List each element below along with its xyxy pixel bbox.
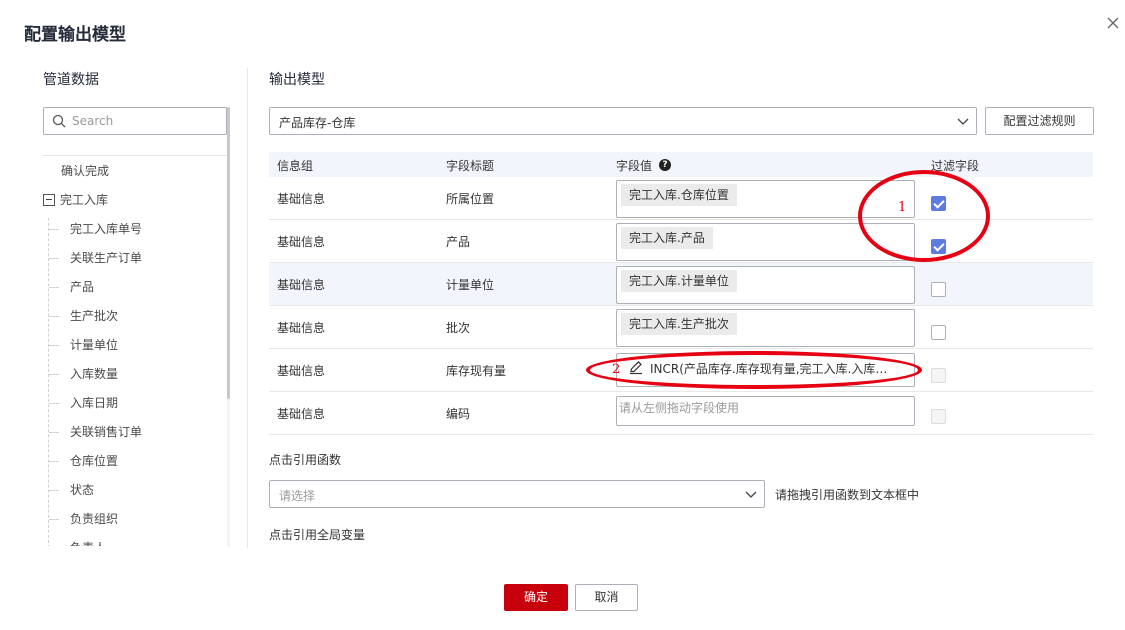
tree-leaf-label: 负责人 <box>70 538 106 546</box>
annotation-ellipse-1 <box>858 170 990 262</box>
field-tag[interactable]: 完工入库.仓库位置 <box>621 184 737 206</box>
filter-checkbox <box>931 368 946 383</box>
function-hint: 请拖拽引用函数到文本框中 <box>775 488 920 502</box>
global-variable-label: 点击引用全局变量 <box>269 528 366 542</box>
confirm-button[interactable]: 确定 <box>504 584 568 611</box>
dialog-title: 配置输出模型 <box>24 25 126 45</box>
tree-leaf-label: 产品 <box>70 280 95 294</box>
table-row: 基础信息 计量单位 完工入库.计量单位 <box>269 263 1093 306</box>
table-header: 信息组 字段标题 字段值 ? 过滤字段 <box>269 152 1093 177</box>
cell-group: 基础信息 <box>277 278 326 292</box>
search-input[interactable] <box>72 111 222 131</box>
function-select-placeholder: 请选择 <box>279 489 316 503</box>
help-icon[interactable]: ? <box>659 159 671 171</box>
column-header-title: 字段标题 <box>446 159 495 173</box>
tree-leaf-item[interactable]: 关联生产订单 <box>43 248 193 268</box>
cell-group: 基础信息 <box>277 192 326 206</box>
cancel-button[interactable]: 取消 <box>575 584 638 611</box>
output-title: 输出模型 <box>269 72 325 88</box>
tree-leaf-item[interactable]: 产品 <box>43 277 193 297</box>
filter-checkbox[interactable] <box>931 282 946 297</box>
cell-title: 编码 <box>446 407 471 421</box>
tree-leaf-label: 仓库位置 <box>70 454 119 468</box>
tree-leaf-label: 入库数量 <box>70 367 119 381</box>
table-row: 基础信息 编码 请从左侧拖动字段使用 <box>269 392 1093 435</box>
tree-leaf-item[interactable]: 入库数量 <box>43 364 193 384</box>
tree-node-root[interactable]: 完工入库 <box>43 190 163 210</box>
model-select-value: 产品库存-仓库 <box>279 116 356 130</box>
cell-title: 产品 <box>446 235 471 249</box>
tree-leaf-item[interactable]: 负责组织 <box>43 509 193 529</box>
field-value-input[interactable]: 完工入库.计量单位 <box>616 266 915 304</box>
cell-group: 基础信息 <box>277 364 326 378</box>
cell-title: 批次 <box>446 321 471 335</box>
close-icon[interactable] <box>1104 14 1122 32</box>
panel-divider <box>247 68 248 548</box>
pipeline-title: 管道数据 <box>43 72 99 88</box>
filter-checkbox[interactable] <box>931 325 946 340</box>
chevron-down-icon <box>957 118 969 125</box>
column-header-group: 信息组 <box>277 159 314 173</box>
tree-leaf-label: 状态 <box>70 483 95 497</box>
cell-group: 基础信息 <box>277 235 326 249</box>
cell-group: 基础信息 <box>277 407 326 421</box>
column-header-value: 字段值 <box>616 159 653 173</box>
field-value-input[interactable]: 请从左侧拖动字段使用 <box>616 396 915 426</box>
annotation-number-2: 2 <box>612 362 621 377</box>
tree-leaf-label: 关联销售订单 <box>70 425 143 439</box>
tree-leaf-item[interactable]: 状态 <box>43 480 193 500</box>
field-tag[interactable]: 完工入库.产品 <box>621 227 713 249</box>
tree-leaf-item[interactable]: 仓库位置 <box>43 451 193 471</box>
tree-leaf-item[interactable]: 入库日期 <box>43 393 193 413</box>
tree-leaf-label: 完工入库单号 <box>70 222 143 236</box>
collapse-icon[interactable] <box>43 194 55 206</box>
filter-checkbox <box>931 409 946 424</box>
field-placeholder: 请从左侧拖动字段使用 <box>619 401 740 415</box>
table-row: 基础信息 批次 完工入库.生产批次 <box>269 306 1093 349</box>
annotation-number-1: 1 <box>898 200 907 215</box>
function-select[interactable]: 请选择 <box>269 480 765 508</box>
pipeline-tree: 确认完成 完工入库 完工入库单号 关联生产订单 产品生产批次计量单位入库数量入库日期… <box>43 156 227 546</box>
model-select[interactable]: 产品库存-仓库 <box>269 107 977 135</box>
cell-title: 所属位置 <box>446 192 495 206</box>
chevron-down-icon <box>745 491 757 498</box>
tree-leaf-item[interactable]: 生产批次 <box>43 306 193 326</box>
scrollbar-thumb[interactable] <box>227 107 230 399</box>
tree-item-confirm[interactable]: 确认完成 <box>61 161 109 181</box>
search-box[interactable] <box>43 107 227 135</box>
cell-group: 基础信息 <box>277 321 326 335</box>
cell-title: 计量单位 <box>446 278 495 292</box>
cell-title: 库存现有量 <box>446 364 507 378</box>
search-icon <box>52 114 66 128</box>
tree-leaf-item[interactable]: 完工入库单号 <box>43 219 193 239</box>
function-label: 点击引用函数 <box>269 453 342 467</box>
tree-leaf-label: 入库日期 <box>70 396 119 410</box>
tree-leaf-item[interactable]: 关联销售订单 <box>43 422 193 442</box>
tree-leaf-item[interactable]: 负责人 <box>43 538 193 546</box>
tree-leaf-item[interactable]: 计量单位 <box>43 335 193 355</box>
field-value-input[interactable]: 完工入库.生产批次 <box>616 309 915 347</box>
tree-leaf-label: 关联生产订单 <box>70 251 143 265</box>
annotation-ellipse-2 <box>586 351 922 389</box>
tree-node-label: 完工入库 <box>60 193 109 207</box>
tree-leaf-label: 计量单位 <box>70 338 119 352</box>
configure-filter-button[interactable]: 配置过滤规则 <box>985 107 1094 135</box>
tree-leaf-label: 负责组织 <box>70 512 119 526</box>
field-tag[interactable]: 完工入库.生产批次 <box>621 313 737 335</box>
field-tag[interactable]: 完工入库.计量单位 <box>621 270 737 292</box>
tree-leaf-label: 生产批次 <box>70 309 119 323</box>
